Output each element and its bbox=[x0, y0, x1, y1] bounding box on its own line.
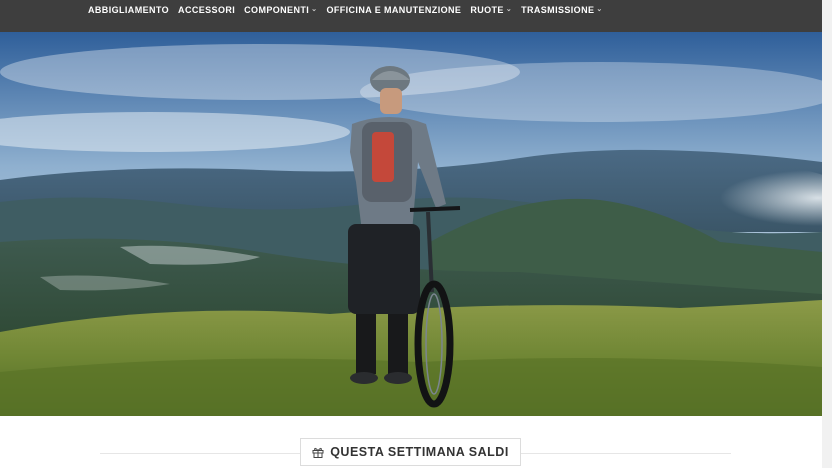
gift-icon bbox=[312, 447, 324, 458]
chevron-down-icon: ⌄ bbox=[505, 6, 513, 13]
nav-item-label: COMPONENTI bbox=[244, 5, 310, 15]
nav-item-componenti[interactable]: COMPONENTI ⌄ bbox=[244, 5, 317, 15]
nav-item-label: OFFICINA E MANUTENZIONE bbox=[326, 5, 462, 15]
nav-menu: ABBIGLIAMENTO ACCESSORI COMPONENTI ⌄ OFF… bbox=[88, 0, 603, 20]
section-divider-left bbox=[100, 453, 300, 454]
main-navbar: ABBIGLIAMENTO ACCESSORI COMPONENTI ⌄ OFF… bbox=[0, 0, 822, 32]
hero-banner-image[interactable] bbox=[0, 32, 822, 416]
section-title: QUESTA SETTIMANA SALDI bbox=[330, 445, 509, 459]
nav-item-officina-e-manutenzione[interactable]: OFFICINA E MANUTENZIONE bbox=[326, 5, 461, 15]
nav-item-label: ACCESSORI bbox=[178, 5, 236, 15]
nav-item-ruote[interactable]: RUOTE ⌄ bbox=[470, 5, 512, 15]
page-scrollbar[interactable] bbox=[822, 0, 832, 468]
weekly-sale-heading: QUESTA SETTIMANA SALDI bbox=[300, 438, 521, 466]
nav-item-accessori[interactable]: ACCESSORI bbox=[178, 5, 235, 15]
nav-item-trasmissione[interactable]: TRASMISSIONE ⌄ bbox=[521, 5, 603, 15]
hero-illustration bbox=[0, 32, 822, 416]
nav-item-label: ABBIGLIAMENTO bbox=[88, 5, 170, 15]
nav-item-abbigliamento[interactable]: ABBIGLIAMENTO bbox=[88, 5, 169, 15]
chevron-down-icon: ⌄ bbox=[311, 6, 318, 13]
nav-item-label: TRASMISSIONE bbox=[521, 5, 595, 15]
nav-item-label: RUOTE bbox=[470, 5, 504, 15]
chevron-down-icon: ⌄ bbox=[596, 6, 603, 13]
section-divider-right bbox=[521, 453, 731, 454]
